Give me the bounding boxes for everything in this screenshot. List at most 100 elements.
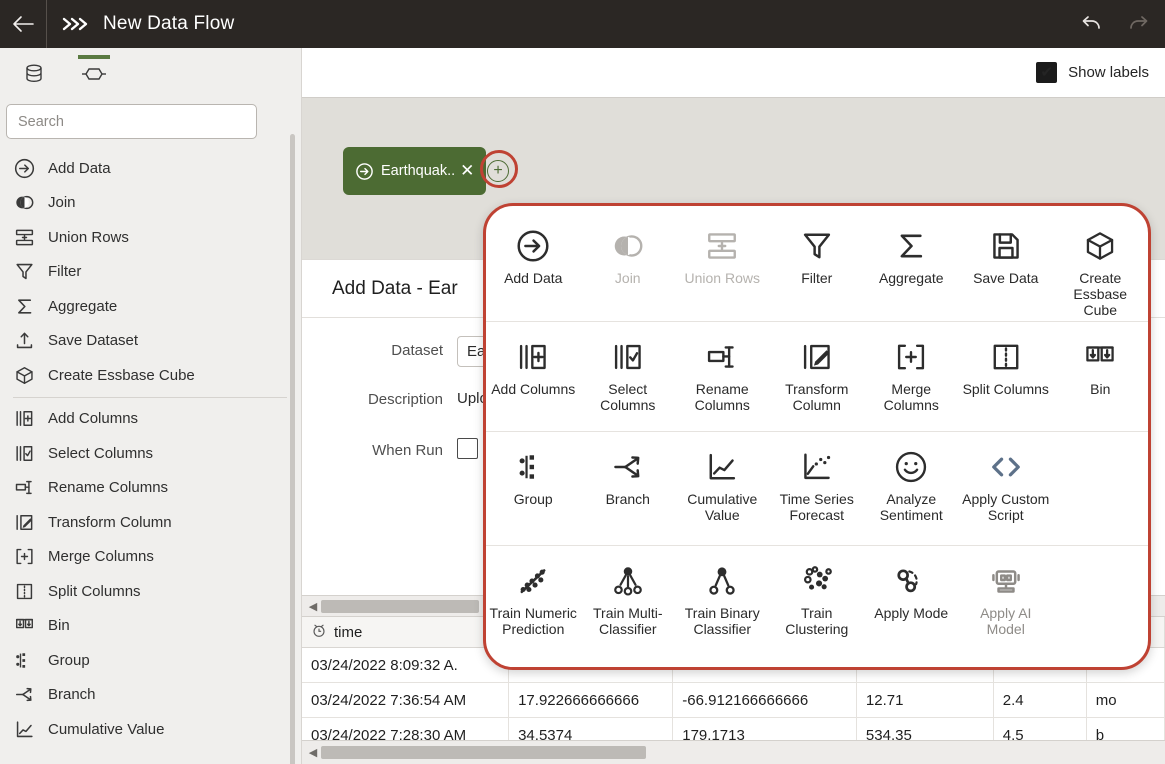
palette-item-filter[interactable]: Filter	[770, 206, 865, 321]
redo-icon[interactable]	[1115, 0, 1163, 48]
arrow-in-circle-icon	[516, 227, 550, 265]
palette-item-empty	[1053, 546, 1148, 664]
left-panel-scrollbar[interactable]	[290, 134, 295, 764]
sidebar-item-rename-columns[interactable]: Rename Columns	[0, 471, 301, 506]
scroll-left-icon[interactable]: ◀	[305, 746, 321, 759]
palette-item-apply-mode[interactable]: Apply Mode	[864, 546, 959, 664]
show-labels-checkbox[interactable]: ✔	[1036, 62, 1057, 83]
show-labels-label: Show labels	[1068, 64, 1149, 81]
palette-item-train-binary-classifier[interactable]: Train Binary Classifier	[675, 546, 770, 664]
sidebar-item-save-dataset[interactable]: Save Dataset	[0, 324, 301, 359]
palette-item-train-multi-classifier[interactable]: Train Multi-Classifier	[581, 546, 676, 664]
undo-icon[interactable]	[1067, 0, 1115, 48]
palette-item-join: Join	[581, 206, 676, 321]
palette-item-label: Apply AI Model	[961, 605, 1051, 637]
palette-item-merge-columns[interactable]: Merge Columns	[864, 322, 959, 431]
bin-icon	[13, 615, 35, 637]
merge-columns-icon	[13, 546, 35, 568]
funnel-icon	[13, 261, 35, 283]
sidebar-item-branch[interactable]: Branch	[0, 678, 301, 713]
group-icon	[13, 649, 35, 671]
when-run-checkbox[interactable]	[457, 438, 478, 459]
grid-column-time[interactable]: time	[302, 617, 509, 647]
datasets-tab[interactable]	[12, 54, 56, 98]
sidebar-item-label: Aggregate	[48, 298, 117, 315]
palette-item-label: Analyze Sentiment	[866, 491, 956, 523]
scroll-thumb[interactable]	[321, 600, 479, 613]
palette-item-apply-ai-model[interactable]: Apply AI Model	[959, 546, 1054, 664]
palette-item-label: Select Columns	[583, 381, 673, 413]
palette-item-split-columns[interactable]: Split Columns	[959, 322, 1054, 431]
palette-item-group[interactable]: Group	[486, 432, 581, 545]
add-step-button[interactable]: +	[487, 160, 509, 182]
scroll-left-icon[interactable]: ◀	[305, 600, 321, 613]
robot-icon	[989, 562, 1023, 600]
sidebar-item-group[interactable]: Group	[0, 643, 301, 678]
palette-item-select-columns[interactable]: Select Columns	[581, 322, 676, 431]
sidebar-item-union-rows[interactable]: Union Rows	[0, 220, 301, 255]
double-chevron-right-icon[interactable]	[47, 0, 103, 48]
dataset-label: Dataset	[312, 336, 457, 359]
palette-item-label: Merge Columns	[866, 381, 956, 413]
top-bar: New Data Flow	[0, 0, 1165, 48]
select-columns-icon	[13, 442, 35, 464]
sidebar-item-cumulative-value[interactable]: Cumulative Value	[0, 712, 301, 747]
branch-icon	[13, 684, 35, 706]
steps-tab[interactable]	[72, 54, 116, 98]
step-type-list[interactable]: Add DataJoinUnion RowsFilter Aggregate Sav…	[0, 151, 301, 764]
palette-item-create-essbase-cube[interactable]: Create Essbase Cube	[1053, 206, 1148, 321]
sidebar-item-join[interactable]: Join	[0, 186, 301, 221]
palette-item-train-numeric-prediction[interactable]: Train Numeric Prediction	[486, 546, 581, 664]
code-brackets-icon	[989, 448, 1023, 486]
flow-node-add-data[interactable]: Earthquak.. ✕	[343, 147, 486, 195]
sidebar-item-add-columns[interactable]: Add Columns	[0, 402, 301, 437]
search-input[interactable]	[6, 104, 257, 139]
table-row[interactable]: 03/24/2022 7:36:54 AM 17.922666666666 -6…	[302, 683, 1165, 718]
palette-item-label: Aggregate	[866, 270, 956, 286]
binary-classifier-icon	[705, 562, 739, 600]
palette-item-branch[interactable]: Branch	[581, 432, 676, 545]
palette-item-save-data[interactable]: Save Data	[959, 206, 1054, 321]
show-labels-toggle[interactable]: ✔ Show labels	[1036, 62, 1149, 83]
palette-item-apply-custom-script[interactable]: Apply Custom Script	[959, 432, 1054, 545]
palette-item-transform-column[interactable]: Transform Column	[770, 322, 865, 431]
step-palette-popup[interactable]: Add DataJoinUnion RowsFilterAggregateSav…	[483, 203, 1151, 670]
palette-item-label: Bin	[1055, 381, 1145, 397]
palette-item-train-clustering[interactable]: Train Clustering	[770, 546, 865, 664]
palette-item-analyze-sentiment[interactable]: Analyze Sentiment	[864, 432, 959, 545]
palette-item-add-columns[interactable]: Add Columns	[486, 322, 581, 431]
palette-item-add-data[interactable]: Add Data	[486, 206, 581, 321]
search-area	[0, 98, 301, 139]
cumulative-value-icon	[705, 448, 739, 486]
palette-item-aggregate[interactable]: Aggregate	[864, 206, 959, 321]
sidebar-item-split-columns[interactable]: Split Columns	[0, 574, 301, 609]
scroll-thumb[interactable]	[321, 746, 646, 759]
union-rows-icon	[13, 226, 35, 248]
upload-arrow-icon	[13, 330, 35, 352]
canvas-toolbar: ✔ Show labels	[302, 48, 1165, 97]
grid-scrollbar-bottom[interactable]: ◀	[302, 740, 1165, 764]
sidebar-item-filter[interactable]: Filter	[0, 255, 301, 290]
palette-item-time-series-forecast[interactable]: Time Series Forecast	[770, 432, 865, 545]
sidebar-item-merge-columns[interactable]: Merge Columns	[0, 540, 301, 575]
flow-node-label: Earthquak..	[381, 163, 455, 179]
bin-icon	[1083, 338, 1117, 376]
add-columns-icon	[13, 408, 35, 430]
back-arrow-icon[interactable]	[0, 0, 46, 48]
arrow-in-circle-icon	[355, 162, 374, 181]
sidebar-item-aggregate[interactable]: Aggregate	[0, 289, 301, 324]
sidebar-item-create-essbase-cube[interactable]: Create Essbase Cube	[0, 358, 301, 393]
sidebar-item-select-columns[interactable]: Select Columns	[0, 436, 301, 471]
sidebar-item-label: Transform Column	[48, 514, 172, 531]
apply-model-icon	[894, 562, 928, 600]
split-columns-icon	[989, 338, 1023, 376]
sidebar-item-transform-column[interactable]: Transform Column	[0, 505, 301, 540]
palette-item-bin[interactable]: Bin	[1053, 322, 1148, 431]
palette-item-empty	[1053, 432, 1148, 545]
palette-item-rename-columns[interactable]: Rename Columns	[675, 322, 770, 431]
close-icon[interactable]: ✕	[460, 161, 474, 181]
sidebar-item-add-data[interactable]: Add Data	[0, 151, 301, 186]
palette-item-cumulative-value[interactable]: Cumulative Value	[675, 432, 770, 545]
venn-join-icon	[611, 227, 645, 265]
sidebar-item-bin[interactable]: Bin	[0, 609, 301, 644]
